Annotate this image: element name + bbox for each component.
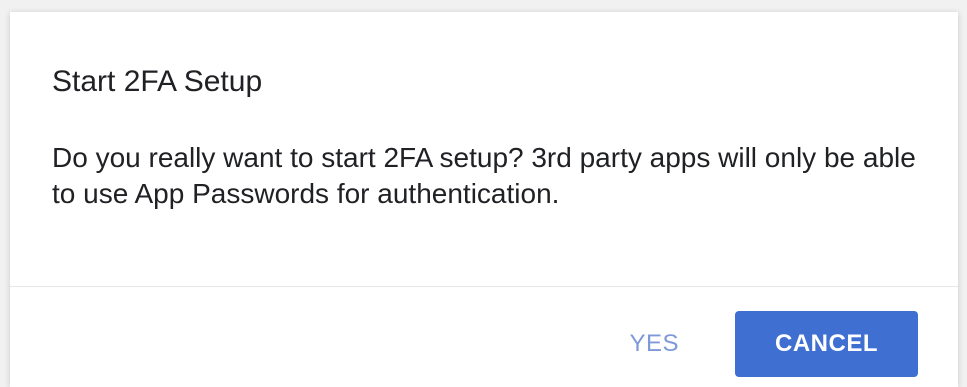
dialog-title: Start 2FA Setup: [52, 65, 263, 98]
dialog-message: Do you really want to start 2FA setup? 3…: [52, 142, 916, 209]
dialog-body: Start 2FA Setup Do you really want to st…: [10, 12, 958, 286]
dialog-divider: [10, 286, 958, 287]
dialog-actions: YES CANCEL: [605, 311, 918, 377]
yes-button[interactable]: YES: [605, 311, 703, 377]
cancel-button[interactable]: CANCEL: [735, 311, 918, 377]
confirm-dialog: Start 2FA Setup Do you really want to st…: [10, 12, 958, 387]
